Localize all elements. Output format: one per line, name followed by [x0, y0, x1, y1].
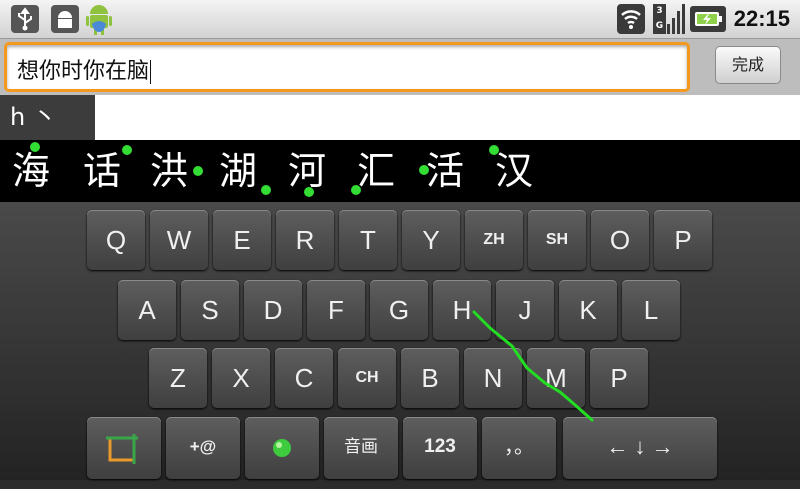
input-row: 想你时你在脑 完成	[0, 39, 800, 95]
candidate-6[interactable]: 汇	[357, 146, 395, 196]
key-q[interactable]: Q	[87, 210, 145, 270]
status-bar: 3G 22:15	[0, 0, 800, 39]
clock: 22:15	[733, 6, 790, 31]
candidate-2[interactable]: 话	[83, 146, 121, 196]
candidate-8[interactable]: 汉	[495, 146, 533, 196]
key-k[interactable]: K	[559, 280, 617, 340]
composing-area: h 丶	[0, 95, 800, 140]
3g-signal-icon: 3G	[653, 4, 685, 34]
key-zh[interactable]: ZH	[465, 210, 523, 270]
text-input-content: 想你时你在脑	[17, 59, 150, 84]
key-x[interactable]: X	[212, 348, 270, 408]
key-o[interactable]: O	[591, 210, 649, 270]
key-l[interactable]: L	[622, 280, 680, 340]
key-r[interactable]: R	[276, 210, 334, 270]
candidate-1[interactable]: 海	[12, 146, 50, 196]
key-f[interactable]: F	[307, 280, 365, 340]
key-e[interactable]: E	[213, 210, 271, 270]
done-button[interactable]: 完成	[715, 46, 781, 84]
network-type-label: 3G	[653, 4, 666, 34]
usb-icon	[11, 5, 39, 33]
crop-frame-icon	[106, 434, 138, 464]
key-t[interactable]: T	[339, 210, 397, 270]
candidate-3[interactable]: 洪	[150, 146, 188, 196]
key-n[interactable]: N	[464, 348, 522, 408]
candidate-7[interactable]: 活	[426, 146, 464, 196]
key-j[interactable]: J	[496, 280, 554, 340]
android-mascot-icon	[86, 5, 112, 35]
key-c[interactable]: C	[275, 348, 333, 408]
punctuation-key[interactable]: ，。	[482, 417, 556, 479]
text-caret	[150, 60, 152, 84]
key-s[interactable]: S	[181, 280, 239, 340]
key-b[interactable]: B	[401, 348, 459, 408]
key-p2[interactable]: P	[590, 348, 648, 408]
candidate-4[interactable]: 湖	[219, 146, 257, 196]
key-d[interactable]: D	[244, 280, 302, 340]
text-input-value: 想你时你在脑	[17, 53, 152, 85]
symbols-key[interactable]: +@	[166, 417, 240, 479]
voice-key[interactable]: 音画	[324, 417, 398, 479]
battery-charging-icon	[690, 6, 726, 32]
arrow-keys[interactable]: ← ↓ →	[563, 417, 717, 479]
key-z[interactable]: Z	[149, 348, 207, 408]
text-input[interactable]: 想你时你在脑	[4, 42, 690, 92]
numbers-key[interactable]: 123	[403, 417, 477, 479]
candidate-bar: 海 话 洪 湖 河 汇 活 汉	[0, 140, 800, 202]
key-h[interactable]: H	[433, 280, 491, 340]
key-g[interactable]: G	[370, 280, 428, 340]
key-a[interactable]: A	[118, 280, 176, 340]
wifi-icon	[617, 4, 645, 34]
key-m[interactable]: M	[527, 348, 585, 408]
android-debug-icon	[51, 5, 79, 33]
key-p[interactable]: P	[654, 210, 712, 270]
candidate-5[interactable]: 河	[288, 146, 326, 196]
pinyin-composing-text: h 丶	[0, 95, 95, 140]
key-y[interactable]: Y	[402, 210, 460, 270]
key-w[interactable]: W	[150, 210, 208, 270]
key-ch[interactable]: CH	[338, 348, 396, 408]
soft-keyboard: Q W E R T Y ZH SH O P A S D F G H J K L …	[0, 202, 800, 480]
settings-key[interactable]	[87, 417, 161, 479]
emoji-key[interactable]	[245, 417, 319, 479]
key-sh[interactable]: SH	[528, 210, 586, 270]
green-gem-icon	[273, 439, 291, 457]
